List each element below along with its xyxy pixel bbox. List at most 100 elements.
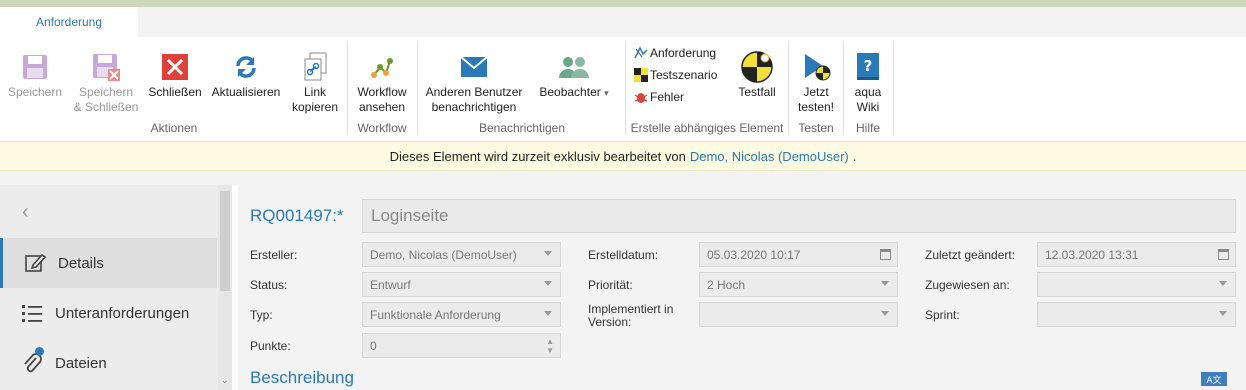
mail-icon — [456, 49, 492, 85]
copy-link-label-1: Link — [303, 85, 326, 99]
workflow-button[interactable]: Workflow ansehen — [352, 45, 412, 115]
save-close-button[interactable]: Speichern & Schließen — [70, 45, 142, 115]
calendar-icon[interactable] — [880, 249, 891, 260]
group-separator — [347, 41, 348, 135]
created-label: Erstelldatum: — [588, 248, 659, 262]
description-heading: Beschreibung — [250, 368, 354, 387]
stepper-arrows-icon[interactable]: ▲ ▼ — [546, 337, 554, 355]
sidebar-item-label: Unteranforderungen — [55, 304, 190, 322]
lock-notice-suffix: . — [852, 148, 857, 164]
points-stepper[interactable]: 0 ▲ ▼ — [362, 333, 561, 358]
notification-dot — [35, 347, 44, 356]
save-label: Speichern — [7, 85, 63, 99]
priority-value: 2 Hoch — [707, 277, 746, 292]
scroll-down-arrow-icon[interactable]: ⌄ — [221, 375, 229, 386]
modified-label: Zuletzt geändert: — [925, 248, 1016, 262]
notify-label-1: Anderen Benutzer — [425, 85, 523, 99]
sidebar-item-files[interactable]: Dateien — [0, 338, 217, 388]
create-requirement-label: Anforderung — [650, 46, 717, 60]
ribbon: Speichern Speichern & Schließen Schließe… — [0, 37, 1246, 141]
requirement-icon — [634, 46, 648, 59]
creator-label: Ersteller: — [250, 248, 298, 262]
refresh-button[interactable]: Aktualisieren — [209, 45, 283, 100]
creator-select[interactable]: Demo, Nicolas (DemoUser) — [362, 242, 561, 267]
modified-value: 12.03.2020 13:31 — [1045, 247, 1139, 262]
test-now-label-2: testen! — [797, 100, 835, 114]
create-requirement-button[interactable]: Anforderung — [634, 46, 716, 60]
impl-version-label: Implementiert in Version: — [588, 302, 674, 329]
sprint-label: Sprint: — [925, 308, 960, 322]
observers-button[interactable]: Beobachter ▾ — [534, 45, 614, 101]
save-close-icon — [88, 49, 124, 85]
lock-notice-banner: Dieses Element wird zurzeit exklusiv bea… — [0, 141, 1246, 171]
type-label: Typ: — [250, 308, 273, 322]
group-separator — [843, 41, 844, 135]
tab-anforderung[interactable]: Anforderung — [0, 7, 138, 37]
title-input[interactable]: Loginseite — [362, 199, 1236, 233]
workflow-label-1: Workflow — [357, 85, 407, 99]
group-separator — [893, 41, 894, 135]
testcase-label: Testfall — [738, 85, 776, 99]
modified-date-field[interactable]: 12.03.2020 13:31 — [1037, 242, 1236, 267]
sidebar-item-label: Dateien — [55, 354, 107, 372]
workflow-label-2: ansehen — [358, 100, 406, 114]
create-testscenario-button[interactable]: Testszenario — [634, 68, 717, 82]
requirement-id: RQ001497:* — [250, 206, 344, 225]
sidebar: ‹ Details Unteranforderungen Dateien — [0, 185, 232, 390]
group-label-create-dependent: Erstelle abhängiges Element — [630, 121, 784, 135]
priority-label: Priorität: — [588, 278, 633, 292]
points-label: Punkte: — [250, 339, 291, 353]
created-value: 05.03.2020 10:17 — [707, 247, 801, 262]
sidebar-item-details[interactable]: Details — [0, 238, 217, 288]
sidebar-item-subrequirements[interactable]: Unteranforderungen — [0, 288, 217, 338]
points-value: 0 — [370, 338, 377, 353]
test-now-button[interactable]: Jetzt testen! — [794, 45, 838, 115]
chevron-down-icon — [544, 281, 552, 286]
type-select[interactable]: Funktionale Anforderung — [362, 302, 561, 327]
priority-select[interactable]: 2 Hoch — [699, 272, 898, 297]
testscenario-icon — [634, 68, 648, 82]
status-value: Entwurf — [370, 277, 411, 292]
workflow-icon — [364, 49, 400, 85]
bug-icon — [634, 93, 648, 103]
chevron-down-icon — [544, 251, 552, 256]
group-label-notify: Benachrichtigen — [478, 121, 566, 135]
copy-link-icon — [297, 49, 333, 85]
aqua-wiki-button[interactable]: ? aqua Wiki — [848, 45, 888, 115]
notify-label-2: benachrichtigen — [431, 100, 517, 114]
create-bug-button[interactable]: Fehler — [634, 90, 684, 104]
translate-icon: A文 — [1206, 374, 1222, 385]
close-button[interactable]: Schließen — [146, 45, 204, 100]
sidebar-scrollbar[interactable]: ⌄ — [218, 185, 232, 390]
save-close-label-1: Speichern — [78, 85, 134, 99]
save-button[interactable]: Speichern — [6, 45, 64, 100]
list-icon — [20, 301, 44, 325]
assigned-select[interactable] — [1037, 272, 1236, 297]
create-testscenario-label: Testszenario — [650, 68, 718, 82]
paperclip-icon — [20, 347, 44, 375]
created-date-field[interactable]: 05.03.2020 10:17 — [699, 242, 898, 267]
chevron-down-icon — [1219, 281, 1227, 286]
status-select[interactable]: Entwurf — [362, 272, 561, 297]
group-label-help: Hilfe — [855, 121, 880, 135]
create-bug-label: Fehler — [650, 90, 685, 104]
sprint-select[interactable] — [1037, 302, 1236, 327]
impl-version-select[interactable] — [699, 302, 898, 327]
calendar-icon[interactable] — [1218, 249, 1229, 260]
back-chevron-icon[interactable]: ‹ — [22, 201, 29, 224]
copy-link-button[interactable]: Link kopieren — [288, 45, 342, 115]
scrollbar-thumb[interactable] — [220, 191, 230, 291]
lock-notice-user-link[interactable]: Demo, Nicolas (DemoUser) — [690, 149, 849, 164]
group-separator — [788, 41, 789, 135]
chevron-down-icon — [881, 281, 889, 286]
top-accent-bar — [0, 0, 1246, 7]
ribbon-tab-row: Anforderung — [0, 7, 1246, 37]
close-icon — [157, 49, 193, 85]
lock-notice-text: Dieses Element wird zurzeit exklusiv bea… — [389, 148, 686, 164]
translate-button[interactable]: A文 — [1201, 372, 1227, 386]
help-book-icon: ? — [850, 49, 886, 85]
assigned-label: Zugewiesen an: — [925, 278, 1010, 292]
notify-user-button[interactable]: Anderen Benutzer benachrichtigen — [422, 45, 526, 115]
refresh-icon — [228, 49, 264, 85]
create-testcase-button[interactable]: Testfall — [734, 45, 780, 100]
